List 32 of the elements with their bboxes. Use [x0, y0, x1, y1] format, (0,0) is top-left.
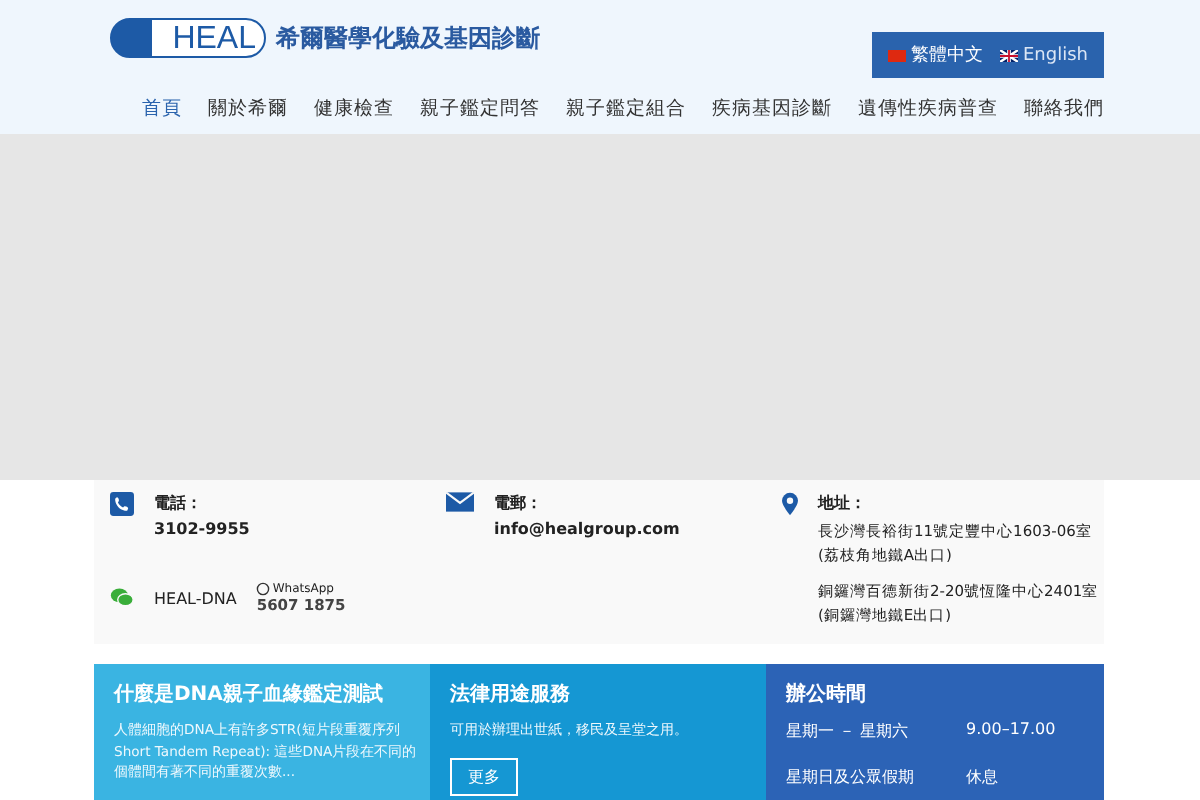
hours-days: 星期日及公眾假期	[786, 766, 966, 788]
phone-icon	[110, 492, 134, 516]
whatsapp-icon	[256, 582, 271, 596]
brand-name: 希爾醫學化驗及基因診斷	[276, 21, 540, 55]
card-title: 法律用途服務	[450, 681, 572, 708]
nav-link[interactable]: 疾病基因診斷	[712, 96, 832, 122]
phone-label: 電話：	[154, 492, 204, 514]
location-pin-icon	[782, 492, 798, 516]
chat-icon	[110, 586, 134, 610]
nav-link[interactable]: 親子鑑定問答	[420, 96, 540, 122]
phone-number: 3102-9955	[154, 520, 250, 538]
wechat-id: HEAL-DNA	[154, 589, 237, 607]
flag-icon	[999, 49, 1017, 61]
logo[interactable]: HEAL	[110, 18, 266, 58]
mail-icon	[446, 492, 474, 512]
address-label: 地址：	[818, 492, 868, 514]
language-link[interactable]: English	[999, 42, 1088, 68]
nav-link[interactable]: 聯絡我們	[1024, 96, 1104, 122]
flag-icon	[887, 49, 905, 61]
hours-time: 9.00–17.00	[966, 720, 1056, 742]
email-address: info@healgroup.com	[494, 520, 680, 538]
nav-link[interactable]: 親子鑑定組合	[566, 96, 686, 122]
card-title: 辦公時間	[786, 680, 868, 708]
hours-days: 星期一 － 星期六	[786, 720, 966, 742]
nav-link[interactable]: 健康檢查	[314, 96, 394, 122]
card-title: 什麼是DNA親子血緣鑑定測試	[114, 680, 385, 708]
nav-link[interactable]: 首頁	[142, 96, 182, 122]
language-link[interactable]: 繁體中文	[887, 42, 983, 68]
nav-link[interactable]: 遺傳性疾病普查	[858, 96, 998, 122]
email-label: 電郵：	[494, 492, 544, 514]
hours-time: 休息	[966, 766, 998, 788]
nav-link[interactable]: 關於希爾	[208, 96, 288, 122]
